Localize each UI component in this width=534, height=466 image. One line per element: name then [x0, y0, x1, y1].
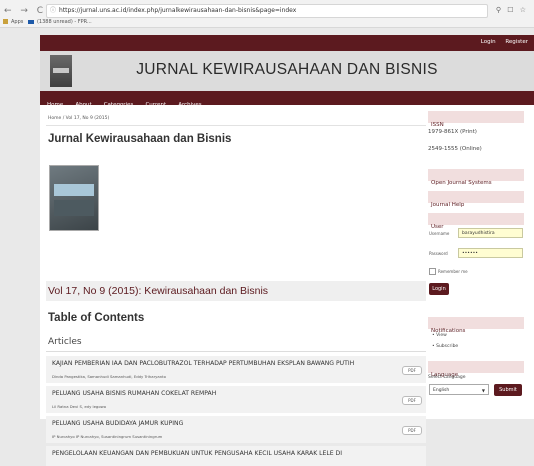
pdf-button[interactable]: PDF	[402, 366, 422, 375]
article-row: KAJIAN PEMBERIAN IAA DAN PACLOBUTRAZOL T…	[46, 356, 426, 383]
journal-help-block[interactable]: Journal Help	[428, 191, 524, 208]
article-title[interactable]: KAJIAN PEMBERIAN IAA DAN PACLOBUTRAZOL T…	[52, 360, 354, 367]
article-row: PELUANG USAHA BISNIS RUMAHAN COKELAT REM…	[46, 386, 426, 413]
ojs-label[interactable]: Open Journal Systems	[431, 180, 492, 186]
login-button[interactable]: Login	[429, 283, 449, 295]
language-select-wrap: English ▼	[429, 384, 489, 395]
language-select[interactable]: English ▼	[429, 384, 489, 395]
language-heading: Language	[428, 361, 524, 378]
page-title: Jurnal Kewirausahaan dan Bisnis	[48, 133, 232, 145]
nav-home[interactable]: Home	[47, 102, 63, 108]
url-text: https://jurnal.uns.ac.id/index.php/jurna…	[59, 7, 297, 14]
article-row: PELUANG USAHA BUDIDAYA JAMUR KUPING IP N…	[46, 416, 426, 443]
toc-heading: Table of Contents	[48, 312, 145, 324]
login-link[interactable]: Login	[481, 39, 496, 45]
nav-about[interactable]: About	[75, 102, 91, 108]
journal-banner: JURNAL KEWIRAUSAHAAN DAN BISNIS	[40, 51, 534, 91]
language-select-value: English	[433, 388, 450, 393]
bookmarks-bar: Apps (1388 unread) - FPR...	[0, 17, 92, 27]
remember-label: Remember me	[438, 269, 468, 274]
issn-heading-label: ISSN	[431, 122, 444, 128]
info-icon: ⓘ	[50, 7, 57, 14]
issn-online: 2549-1555 (Online)	[428, 146, 482, 152]
submit-button[interactable]: Submit	[494, 384, 522, 396]
article-row: PENGELOLAAN KEUANGAN DAN PEMBUKUAN UNTUK…	[46, 446, 426, 466]
apps-icon	[3, 19, 8, 24]
article-title[interactable]: PENGELOLAAN KEUANGAN DAN PEMBUKUAN UNTUK…	[52, 450, 342, 457]
user-heading-label: User	[431, 224, 444, 230]
breadcrumb[interactable]: Home / Vol 17, No 9 (2015)	[48, 116, 109, 121]
mail-icon	[27, 19, 34, 24]
browser-chrome: ← → C ⌂ ⓘ https://jurnal.uns.ac.id/index.…	[0, 0, 534, 28]
issn-heading: ISSN	[428, 111, 524, 128]
issue-cover-image	[49, 165, 99, 231]
main-nav: Home About Categories Current Archives	[40, 91, 534, 108]
notifications-heading: Notifications	[428, 317, 524, 334]
chevron-down-icon: ▼	[481, 388, 485, 393]
user-heading: User	[428, 213, 524, 230]
article-title[interactable]: PELUANG USAHA BUDIDAYA JAMUR KUPING	[52, 420, 183, 427]
journal-site: Login Register JURNAL KEWIRAUSAHAAN DAN …	[40, 35, 534, 466]
username-input[interactable]: barayudhistira	[458, 228, 523, 238]
notif-subscribe-label[interactable]: Subscribe	[436, 344, 458, 349]
nav-categories[interactable]: Categories	[104, 102, 134, 108]
issn-print: 1979-861X (Print)	[428, 129, 477, 135]
extension-icons[interactable]: ⚲ ☐ ☆	[496, 6, 528, 14]
username-label: Username	[429, 231, 450, 236]
select-language-label: Select Language	[428, 375, 466, 380]
notif-view-label[interactable]: View	[436, 333, 447, 338]
issue-title: Vol 17, No 9 (2015): Kewirausahaan dan B…	[48, 285, 269, 297]
top-bar: Login Register	[40, 35, 534, 51]
register-link[interactable]: Register	[505, 39, 528, 45]
bookmark-apps[interactable]: Apps	[11, 19, 23, 25]
article-authors: Dinda Pangestika, Samanhudi Samanhudi, E…	[52, 374, 166, 379]
remember-checkbox[interactable]	[429, 268, 436, 275]
address-bar[interactable]: ⓘ https://jurnal.uns.ac.id/index.php/jurn…	[46, 4, 488, 18]
journal-title: JURNAL KEWIRAUSAHAAN DAN BISNIS	[136, 61, 438, 78]
nav-archives[interactable]: Archives	[178, 102, 201, 108]
divider	[46, 125, 426, 126]
journal-help-label[interactable]: Journal Help	[431, 202, 464, 208]
pdf-button[interactable]: PDF	[402, 396, 422, 405]
article-authors: IP Nurcahyo IP Nurcahyo, Susantiningrum …	[52, 434, 163, 439]
nav-current[interactable]: Current	[145, 102, 166, 108]
notif-view-link[interactable]: • View	[432, 333, 447, 338]
notif-subscribe-link[interactable]: • Subscribe	[432, 344, 458, 349]
articles-heading: Articles	[48, 337, 82, 347]
article-authors: Lil Ratna Devi S, edy legowo	[52, 404, 107, 409]
password-input[interactable]: ••••••	[458, 248, 523, 258]
article-title[interactable]: PELUANG USAHA BISNIS RUMAHAN COKELAT REM…	[52, 390, 216, 397]
password-label: Password	[429, 251, 448, 256]
ojs-block[interactable]: Open Journal Systems	[428, 169, 524, 186]
bookmark-mail[interactable]: (1388 unread) - FPR...	[37, 19, 92, 25]
divider	[46, 351, 426, 352]
pdf-button[interactable]: PDF	[402, 426, 422, 435]
